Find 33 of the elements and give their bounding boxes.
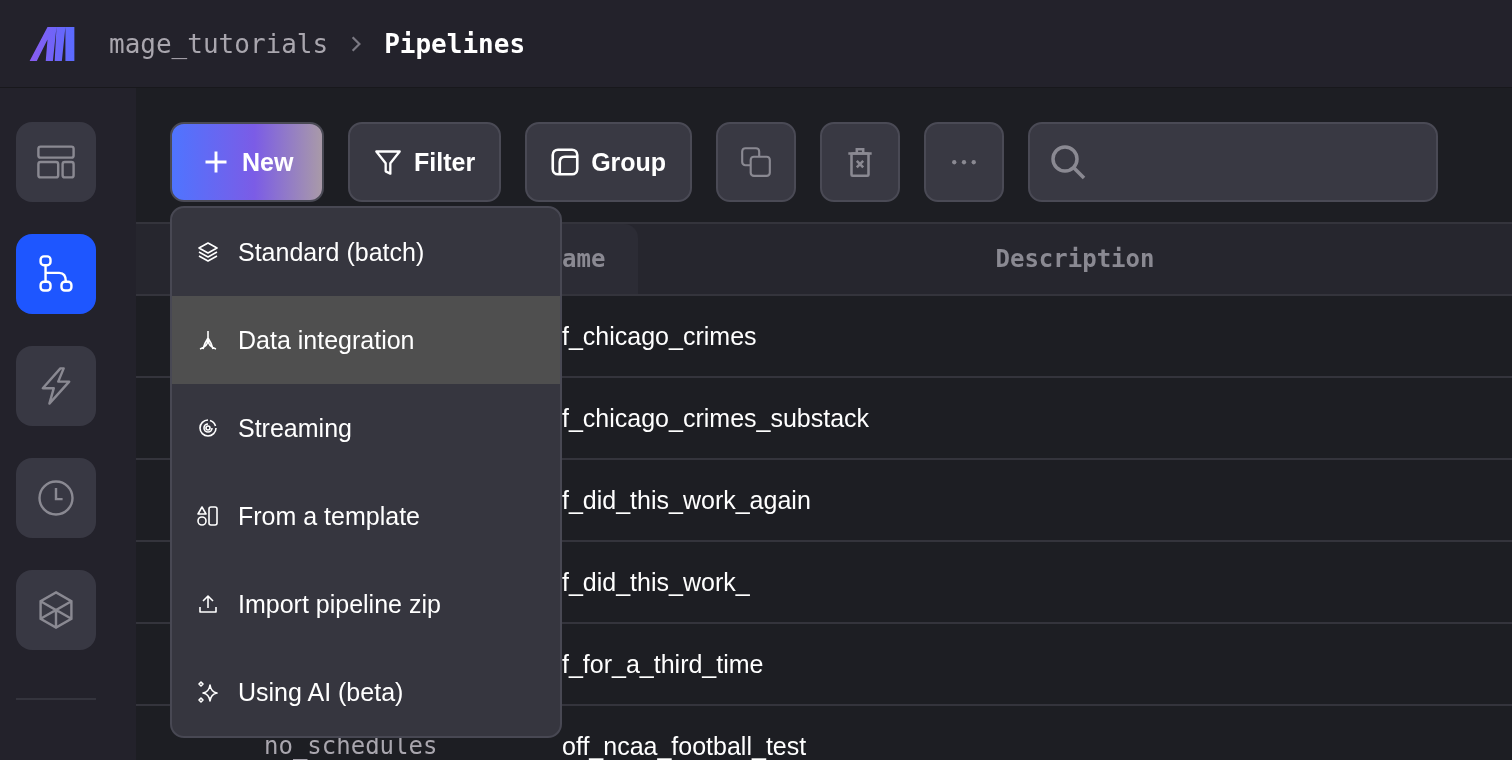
menu-item[interactable]: Import pipeline zip (172, 560, 560, 648)
streaming-icon (196, 416, 220, 440)
menu-item[interactable]: Standard (batch) (172, 208, 560, 296)
filter-icon (374, 148, 402, 176)
menu-item[interactable]: Streaming (172, 384, 560, 472)
chevron-right-icon (350, 34, 363, 53)
upload-icon (196, 592, 220, 616)
group-button[interactable]: Group (525, 122, 693, 202)
table-cell: f_chicago_crimes (562, 321, 757, 351)
menu-item[interactable]: From a template (172, 472, 560, 560)
layers-icon (196, 240, 220, 264)
group-icon (551, 148, 580, 176)
sidebar-item[interactable] (16, 234, 96, 314)
search-field[interactable] (1028, 122, 1439, 202)
table-cell: f_did_this_work_again (562, 485, 811, 515)
column-header[interactable]: ame (562, 245, 606, 273)
table-cell: f_for_a_third_time (562, 649, 764, 679)
sparkle-icon (196, 680, 220, 704)
ellipsis-icon (951, 158, 978, 166)
filter-button[interactable]: Filter (348, 122, 502, 202)
new-button[interactable]: New (170, 122, 324, 202)
shapes-icon (196, 504, 220, 528)
duplicate-button[interactable] (716, 122, 797, 202)
table-cell: f_chicago_crimes_substack (562, 403, 870, 433)
project-breadcrumb[interactable]: mage_tutorials (109, 28, 329, 59)
table-cell: f_did_this_work_ (562, 567, 750, 597)
menu-item[interactable]: Data integration (172, 296, 560, 384)
page-title: Pipelines (384, 28, 526, 59)
delete-button[interactable] (820, 122, 901, 202)
table-cell: off_ncaa_football_test (562, 731, 807, 760)
column-header[interactable]: Description (995, 245, 1155, 273)
mage-logo-icon (27, 26, 77, 61)
copy-icon (739, 145, 774, 179)
